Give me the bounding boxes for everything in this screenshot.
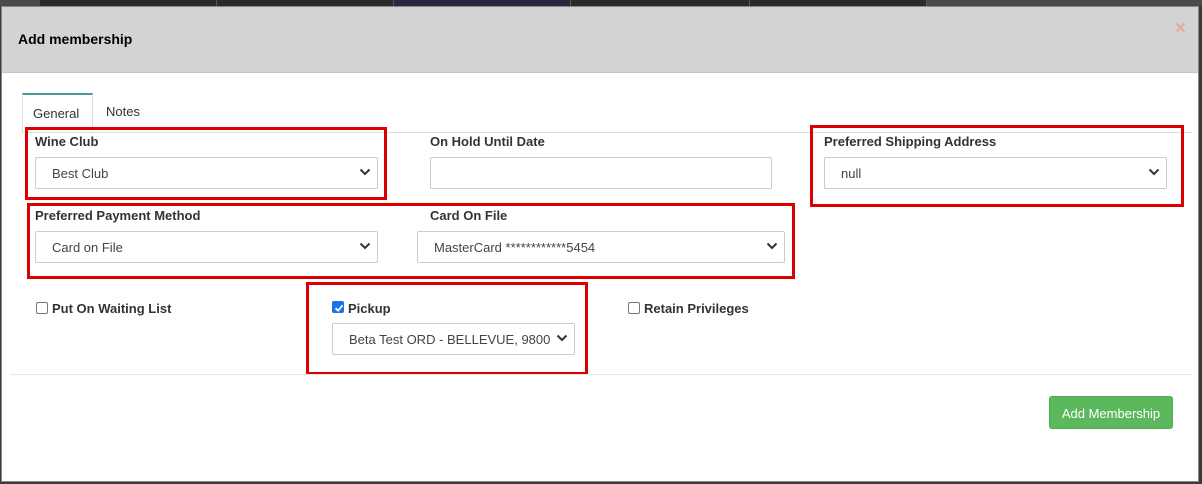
preferred-payment-method-value: Card on File: [52, 240, 123, 255]
modal-title: Add membership: [18, 31, 133, 47]
close-icon[interactable]: ×: [1175, 19, 1186, 38]
card-on-file-value: MasterCard ************5454: [434, 240, 596, 255]
wine-club-label: Wine Club: [35, 134, 99, 149]
chevron-down-icon: [359, 168, 371, 176]
preferred-payment-method-label: Preferred Payment Method: [35, 208, 201, 223]
wine-club-value: Best Club: [52, 166, 109, 181]
preferred-shipping-address-select[interactable]: null: [824, 157, 1167, 189]
footer-divider: [10, 374, 1192, 375]
on-hold-until-date-label: On Hold Until Date: [430, 134, 545, 149]
retain-privileges-label[interactable]: Retain Privileges: [644, 301, 749, 316]
chevron-down-icon: [556, 334, 568, 342]
preferred-shipping-address-value: null: [841, 166, 862, 181]
pickup-location-value: Beta Test ORD - BELLEVUE, 9800: [349, 332, 551, 347]
add-membership-button[interactable]: Add Membership: [1049, 396, 1173, 429]
add-membership-modal: Add membership × General Notes Wine Club…: [1, 6, 1199, 482]
tabs-divider: [22, 132, 1192, 133]
modal-header: Add membership ×: [2, 7, 1198, 73]
put-on-waiting-list-label[interactable]: Put On Waiting List: [52, 301, 171, 316]
pickup-label[interactable]: Pickup: [348, 301, 391, 316]
card-on-file-select[interactable]: MasterCard ************5454: [417, 231, 785, 263]
chevron-down-icon: [1148, 168, 1160, 176]
put-on-waiting-list-checkbox[interactable]: [36, 302, 48, 314]
retain-privileges-checkbox[interactable]: [628, 302, 640, 314]
checkmark-icon: [334, 304, 344, 312]
wine-club-select[interactable]: Best Club: [35, 157, 378, 189]
pickup-checkbox[interactable]: [332, 301, 344, 313]
tab-notes[interactable]: Notes: [96, 93, 156, 132]
preferred-payment-method-select[interactable]: Card on File: [35, 231, 378, 263]
pickup-location-select[interactable]: Beta Test ORD - BELLEVUE, 9800: [332, 323, 575, 355]
on-hold-until-date-input[interactable]: [430, 157, 772, 189]
card-on-file-label: Card On File: [430, 208, 508, 223]
chevron-down-icon: [766, 242, 778, 250]
preferred-shipping-address-label: Preferred Shipping Address: [824, 134, 997, 149]
chevron-down-icon: [359, 242, 371, 250]
tab-general[interactable]: General: [22, 93, 93, 132]
